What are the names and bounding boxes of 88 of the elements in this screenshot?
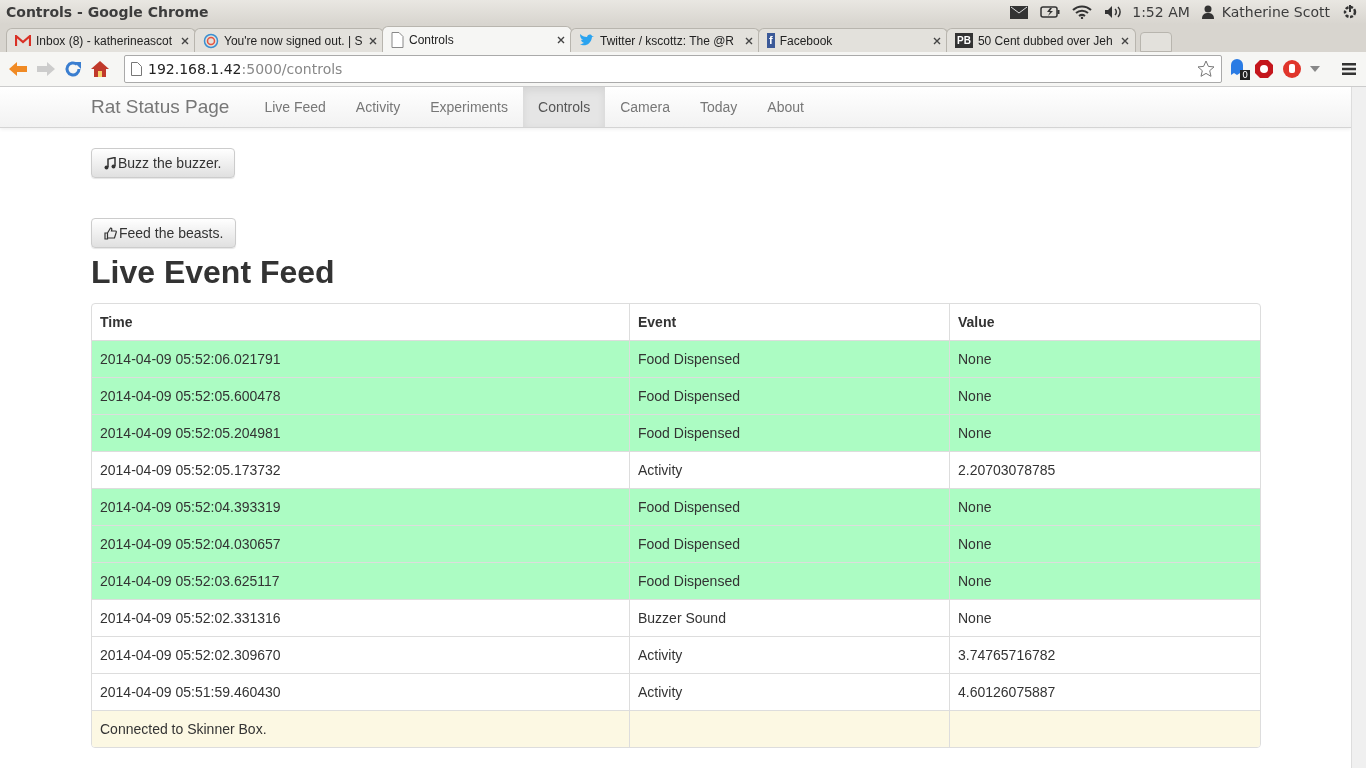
- column-header: Event: [629, 304, 950, 341]
- nav-link[interactable]: About: [752, 87, 819, 127]
- table-cell: 2014-04-09 05:52:06.021791: [92, 340, 630, 378]
- browser-tab[interactable]: Twitter / kscottz: The @R: [570, 28, 760, 52]
- tab-label: You're now signed out. | S: [224, 33, 364, 48]
- section-heading: Live Event Feed: [91, 254, 336, 291]
- table-cell: None: [949, 488, 1260, 526]
- home-icon[interactable]: [90, 60, 110, 78]
- table-cell: 2014-04-09 05:52:04.393319: [92, 488, 630, 526]
- page-icon: [131, 62, 142, 76]
- battery-icon[interactable]: [1040, 6, 1061, 18]
- table-cell: None: [949, 562, 1260, 600]
- address-bar[interactable]: 192.168.1.42:5000/controls: [124, 55, 1222, 83]
- power-icon[interactable]: [1342, 4, 1358, 20]
- table-cell: Food Dispensed: [629, 562, 950, 600]
- nav-link[interactable]: Camera: [605, 87, 685, 127]
- tab-label: Controls: [409, 32, 455, 47]
- table-cell: 2014-04-09 05:52:02.331316: [92, 599, 630, 637]
- close-icon[interactable]: [369, 36, 377, 45]
- table-cell: 2014-04-09 05:52:05.173732: [92, 451, 630, 489]
- column-header: Value: [949, 304, 1260, 341]
- table-cell: Food Dispensed: [629, 525, 950, 563]
- clock[interactable]: 1:52 AM: [1132, 4, 1190, 20]
- column-header: Time: [92, 304, 630, 341]
- mail-icon[interactable]: [1010, 5, 1029, 19]
- close-icon[interactable]: [745, 36, 753, 45]
- nav-link[interactable]: Live Feed: [249, 87, 341, 127]
- browser-tab[interactable]: f Facebook: [758, 28, 948, 52]
- table-cell: 4.60126075887: [949, 673, 1260, 711]
- close-icon[interactable]: [557, 35, 565, 44]
- table-cell: None: [949, 340, 1260, 378]
- window-title: Controls - Google Chrome: [6, 4, 209, 20]
- browser-tab[interactable]: You're now signed out. | S: [194, 28, 384, 52]
- table-cell: 2.20703078785: [949, 451, 1260, 489]
- nav-link[interactable]: Today: [684, 87, 753, 127]
- nav-link[interactable]: Activity: [340, 87, 416, 127]
- table-cell: Activity: [629, 673, 950, 711]
- action-button[interactable]: Buzz the buzzer.: [91, 148, 235, 178]
- table-cell: Buzzer Sound: [629, 599, 950, 637]
- browser-tab[interactable]: PB 50 Cent dubbed over Jeh: [946, 28, 1136, 52]
- dropdown-icon[interactable]: [1310, 66, 1320, 72]
- browser-tab[interactable]: Controls: [382, 26, 572, 52]
- table-cell: Food Dispensed: [629, 414, 950, 452]
- table-cell: Food Dispensed: [629, 340, 950, 378]
- logo-icon: f: [767, 33, 775, 48]
- user-name[interactable]: Katherine Scott: [1221, 4, 1330, 20]
- close-icon[interactable]: [181, 36, 189, 45]
- url-text: 192.168.1.42:5000/controls: [148, 61, 344, 77]
- table-cell: None: [949, 377, 1260, 415]
- wifi-icon[interactable]: [1072, 5, 1093, 19]
- table-cell: Connected to Skinner Box.: [92, 710, 630, 747]
- tab-label: Twitter / kscottz: The @R: [600, 33, 735, 48]
- table-cell: Food Dispensed: [629, 377, 950, 415]
- scrollbar[interactable]: [1351, 87, 1366, 768]
- nav-link[interactable]: Controls: [523, 87, 606, 127]
- globe-icon: [203, 32, 219, 49]
- table-cell: Activity: [629, 451, 950, 489]
- brand-link[interactable]: Rat Status Page: [91, 87, 230, 127]
- user-icon: [1201, 5, 1214, 19]
- nav-link[interactable]: Experiments: [415, 87, 523, 127]
- table-cell: 3.74765716782: [949, 636, 1260, 674]
- tab-label: 50 Cent dubbed over Jeh: [977, 33, 1114, 48]
- table-cell: 2014-04-09 05:52:04.030657: [92, 525, 630, 563]
- reload-icon[interactable]: [64, 60, 82, 78]
- bird-icon: [579, 33, 595, 48]
- table-cell: None: [949, 599, 1260, 637]
- action-button[interactable]: Feed the beasts.: [91, 218, 237, 248]
- table-cell: Activity: [629, 636, 950, 674]
- thumbs-up-icon: [104, 226, 117, 240]
- close-icon[interactable]: [933, 36, 941, 45]
- table-cell: 2014-04-09 05:52:05.204981: [92, 414, 630, 452]
- table-cell: 2014-04-09 05:52:05.600478: [92, 377, 630, 415]
- table-cell: 2014-04-09 05:52:03.625117: [92, 562, 630, 600]
- table-cell: 2014-04-09 05:52:02.309670: [92, 636, 630, 674]
- menu-icon[interactable]: [1342, 63, 1356, 75]
- table-cell: None: [949, 414, 1260, 452]
- page-icon: [391, 31, 404, 48]
- table-cell: Food Dispensed: [629, 488, 950, 526]
- stop-sign-icon[interactable]: [1254, 59, 1274, 79]
- star-icon[interactable]: [1197, 60, 1215, 78]
- tab-label: Facebook: [779, 33, 834, 48]
- table-cell: 2014-04-09 05:51:59.460430: [92, 673, 630, 711]
- table-cell: None: [949, 525, 1260, 563]
- music-note-icon: [104, 156, 116, 170]
- tab-label: Inbox (8) - katherineascot: [36, 33, 174, 48]
- browser-tab[interactable]: Inbox (8) - katherineascot: [6, 28, 196, 52]
- close-icon[interactable]: [1121, 36, 1129, 45]
- logo-icon: PB: [955, 33, 973, 48]
